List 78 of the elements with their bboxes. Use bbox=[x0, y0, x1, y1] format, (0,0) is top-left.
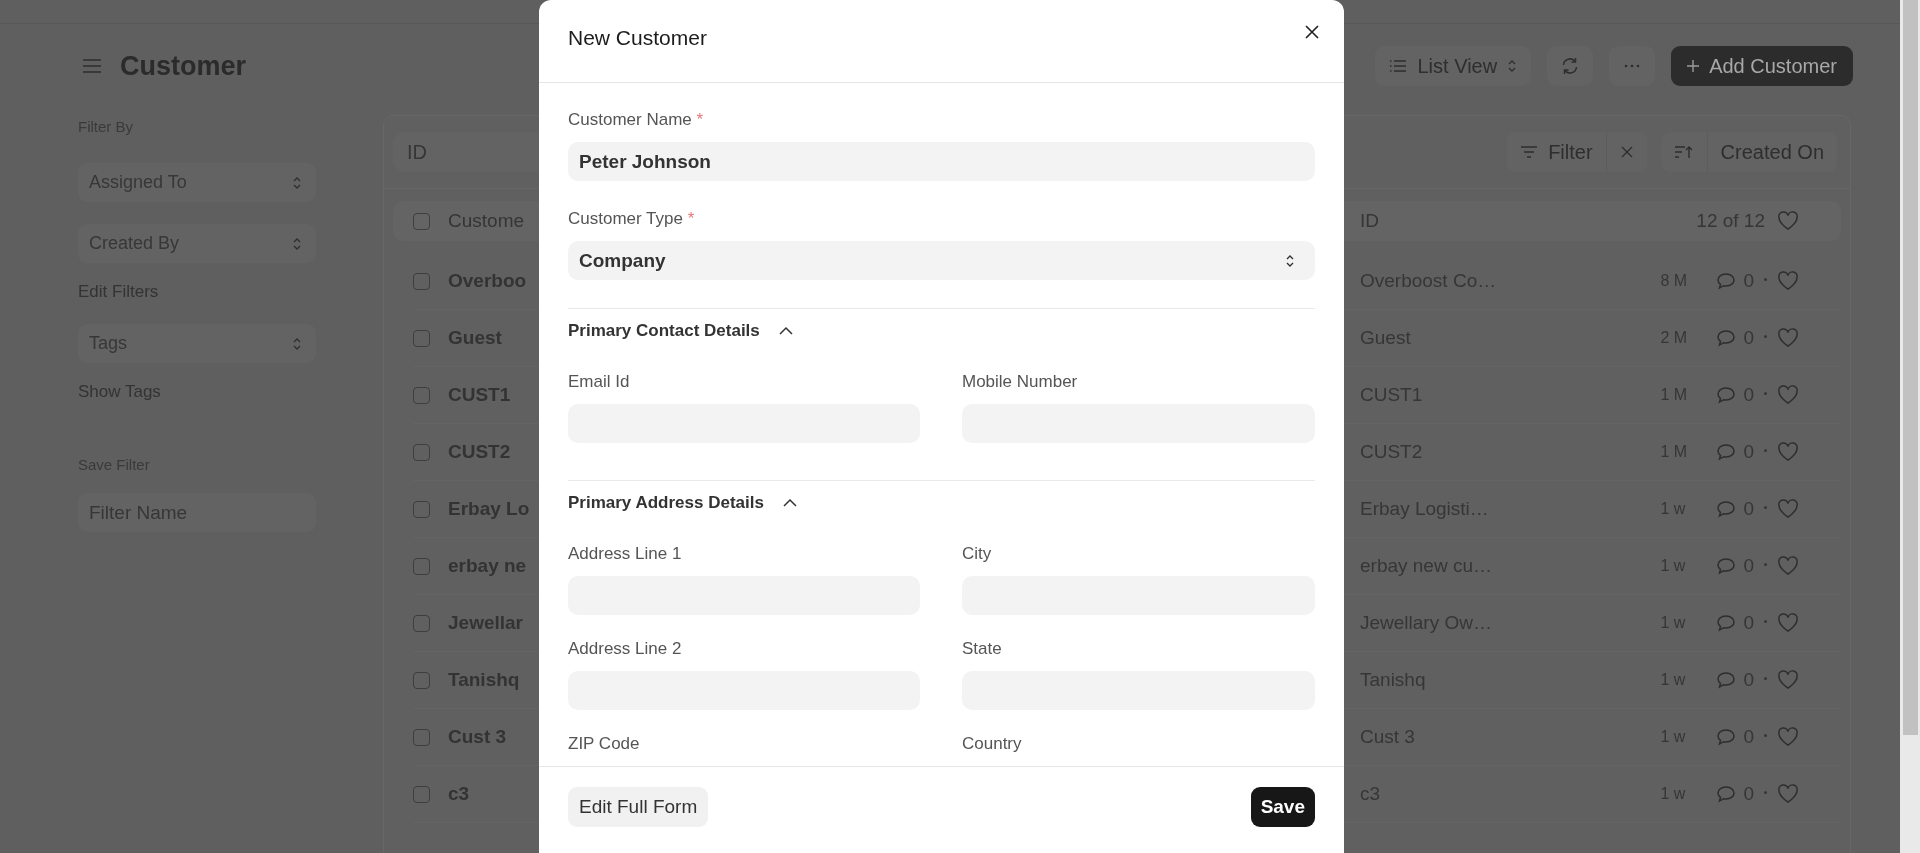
comment-icon bbox=[1716, 557, 1737, 575]
comment-icon bbox=[1716, 785, 1737, 803]
heart-icon[interactable] bbox=[1777, 556, 1799, 576]
row-checkbox[interactable] bbox=[413, 329, 430, 347]
heart-icon[interactable] bbox=[1777, 670, 1799, 690]
comment-icon bbox=[1716, 500, 1737, 518]
row-checkbox[interactable] bbox=[413, 614, 430, 632]
sort-icon bbox=[1673, 144, 1694, 160]
comment-icon bbox=[1716, 386, 1737, 404]
customer-name-field[interactable]: Peter Johnson bbox=[568, 142, 1315, 181]
up-down-chevron-icon bbox=[292, 236, 302, 251]
dot-icon bbox=[1764, 790, 1767, 794]
heart-icon[interactable] bbox=[1777, 211, 1799, 231]
field-label: Mobile Number bbox=[962, 372, 1079, 392]
field-label: Country bbox=[962, 734, 1023, 754]
close-icon[interactable] bbox=[1304, 24, 1320, 40]
up-down-chevron-icon bbox=[292, 175, 302, 190]
comment-icon bbox=[1716, 728, 1737, 746]
row-checkbox[interactable] bbox=[413, 500, 430, 518]
scrollbar[interactable] bbox=[1900, 0, 1920, 853]
row-checkbox[interactable] bbox=[413, 728, 430, 746]
dot-icon bbox=[1764, 334, 1767, 338]
field-label: Address Line 2 bbox=[568, 639, 683, 659]
chevron-icon[interactable] bbox=[777, 326, 794, 336]
field-label: State bbox=[962, 639, 1003, 659]
heart-icon[interactable] bbox=[1777, 271, 1799, 291]
menu-icon[interactable] bbox=[82, 58, 102, 74]
heart-icon[interactable] bbox=[1777, 784, 1799, 804]
section-title[interactable]: Primary Contact Details bbox=[568, 321, 760, 341]
dot-icon bbox=[1764, 619, 1767, 623]
chevron-icon[interactable] bbox=[781, 498, 798, 508]
dot-icon bbox=[1764, 277, 1767, 281]
comment-icon bbox=[1716, 272, 1737, 290]
add-customer-button[interactable]: Add Customer bbox=[1671, 46, 1853, 86]
plus-icon bbox=[1685, 58, 1702, 74]
edit-full-form-button[interactable]: Edit Full Form bbox=[568, 787, 709, 827]
comment-icon bbox=[1716, 671, 1737, 689]
comment-icon bbox=[1716, 614, 1737, 632]
up-down-chevron-icon bbox=[1507, 59, 1518, 73]
dialog-title: New Customer bbox=[568, 26, 707, 50]
scrollbar-thumb[interactable] bbox=[1903, 0, 1918, 735]
row-checkbox[interactable] bbox=[413, 557, 430, 575]
dot-icon bbox=[1764, 505, 1767, 509]
row-checkbox[interactable] bbox=[413, 785, 430, 803]
heart-icon[interactable] bbox=[1777, 328, 1799, 348]
section-title[interactable]: Primary Address Details bbox=[568, 493, 764, 513]
save-button[interactable]: Save bbox=[1250, 787, 1315, 827]
field-label: Email Id bbox=[568, 372, 631, 392]
heart-icon[interactable] bbox=[1777, 727, 1799, 747]
dot-icon bbox=[1764, 391, 1767, 395]
dot-icon bbox=[1764, 562, 1767, 566]
heart-icon[interactable] bbox=[1777, 385, 1799, 405]
field-label: ZIP Code bbox=[568, 734, 641, 754]
field-label: Address Line 1 bbox=[568, 544, 683, 564]
close-icon bbox=[1619, 145, 1634, 159]
row-checkbox[interactable] bbox=[413, 272, 430, 290]
heart-icon[interactable] bbox=[1777, 499, 1799, 519]
heart-icon[interactable] bbox=[1777, 613, 1799, 633]
list-icon bbox=[1389, 58, 1408, 74]
refresh-button[interactable] bbox=[1547, 46, 1594, 86]
more-button[interactable] bbox=[1609, 46, 1656, 86]
field-label: Customer Name * bbox=[568, 110, 705, 130]
up-down-chevron-icon bbox=[292, 336, 302, 351]
dot-icon bbox=[1764, 676, 1767, 680]
heart-icon[interactable] bbox=[1777, 442, 1799, 462]
comment-icon bbox=[1716, 443, 1737, 461]
ellipsis-icon bbox=[1623, 64, 1642, 68]
customer-type-select[interactable]: Company bbox=[568, 241, 1315, 280]
row-checkbox[interactable] bbox=[413, 671, 430, 689]
select-all-checkbox[interactable] bbox=[413, 212, 430, 230]
field-label: City bbox=[962, 544, 993, 564]
dot-icon bbox=[1764, 733, 1767, 737]
field-label: Customer Type * bbox=[568, 209, 696, 229]
row-checkbox[interactable] bbox=[413, 443, 430, 461]
dot-icon bbox=[1764, 448, 1767, 452]
row-checkbox[interactable] bbox=[413, 386, 430, 404]
comment-icon bbox=[1716, 329, 1737, 347]
filter-icon bbox=[1520, 145, 1539, 159]
